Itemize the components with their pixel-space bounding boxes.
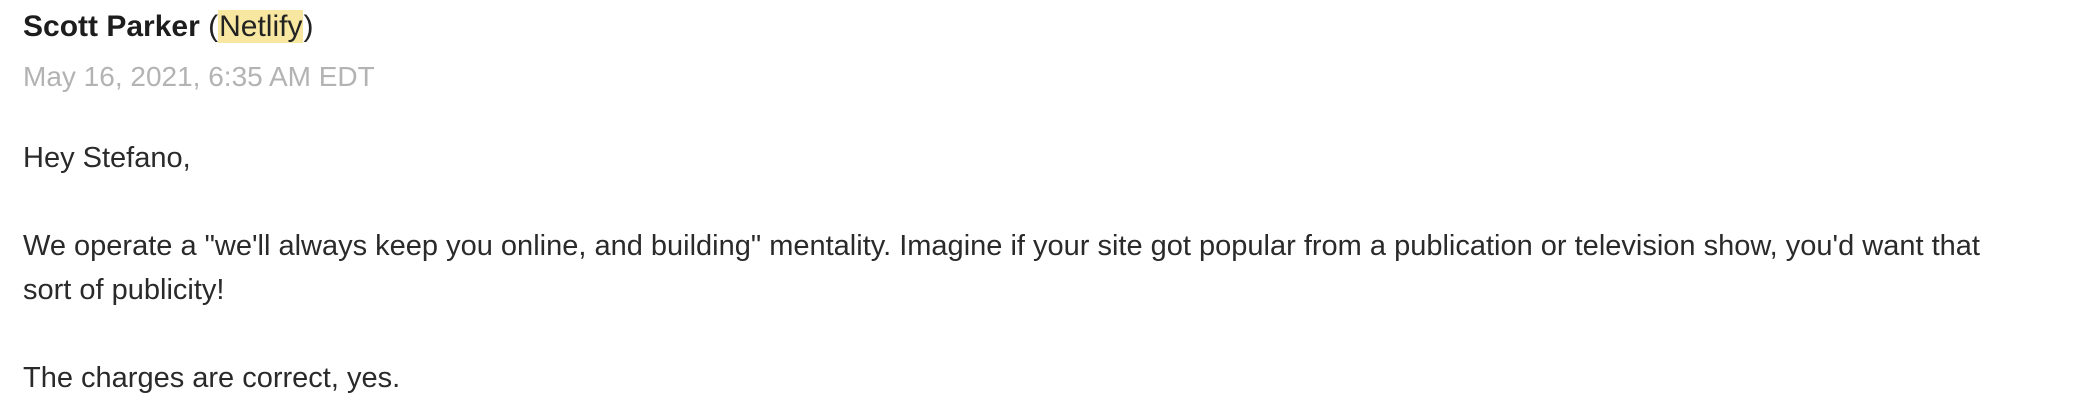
open-paren: ( <box>208 10 219 43</box>
message-timestamp: May 16, 2021, 6:35 AM EDT <box>23 61 375 92</box>
close-paren: ) <box>303 10 314 43</box>
message-header: Scott Parker (Netlify) <box>23 8 2074 46</box>
greeting-paragraph: Hey Stefano, <box>23 142 191 174</box>
body-paragraph: The charges are correct, yes. <box>23 362 401 394</box>
message-body: Hey Stefano, We operate a "we'll always … <box>23 136 2033 400</box>
email-message: Scott Parker (Netlify) May 16, 2021, 6:3… <box>0 0 2074 400</box>
sender-name: Scott Parker <box>23 10 200 43</box>
sender-company-highlight: Netlify <box>218 10 304 43</box>
body-paragraph: We operate a "we'll always keep you onli… <box>23 230 1980 306</box>
